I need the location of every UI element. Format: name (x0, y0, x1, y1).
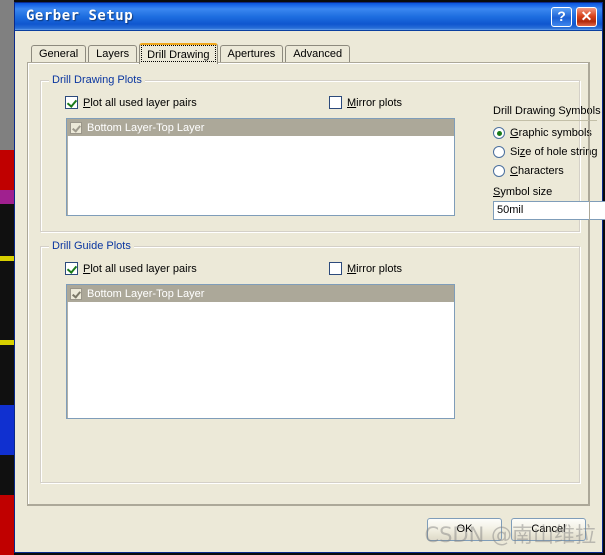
group-title-drill-guide-plots: Drill Guide Plots (49, 240, 134, 252)
radio-button-icon (493, 146, 505, 158)
radio-label: Characters (510, 165, 564, 177)
radio-label: Graphic symbols (510, 127, 592, 139)
checkbox-label: Mirror plots (347, 262, 403, 275)
radio-characters[interactable]: Characters (493, 165, 605, 177)
list-item-checkbox-icon[interactable] (70, 121, 82, 134)
window-title: Gerber Setup (26, 8, 134, 24)
bg-strip (0, 204, 14, 256)
group-drill-drawing-plots: Drill Drawing Plots Plot all used layer … (40, 74, 605, 232)
divider (493, 120, 597, 121)
checkbox-box-icon (65, 96, 78, 109)
listbox-drill-drawing-layer-pairs[interactable]: Bottom Layer-Top Layer (66, 118, 455, 216)
title-bar[interactable]: Gerber Setup ? ✕ (15, 3, 602, 31)
checkbox-plot-all-layer-pairs-drawing[interactable]: Plot all used layer pairs (65, 96, 197, 109)
symbol-size-label: Symbol size (493, 186, 553, 198)
bg-strip (0, 455, 14, 495)
bg-strip (0, 345, 14, 405)
tab-general[interactable]: General (31, 45, 87, 63)
checkbox-box-icon (65, 262, 78, 275)
checkbox-mirror-plots-guide[interactable]: Mirror plots (329, 262, 402, 275)
tab-advanced[interactable]: Advanced (285, 45, 351, 63)
checkbox-label: Mirror plots (347, 96, 403, 109)
tab-strip: General Layers Drill Drawing Apertures A… (31, 43, 352, 64)
ok-button[interactable]: OK (427, 518, 502, 541)
list-item[interactable]: Bottom Layer-Top Layer (67, 285, 454, 302)
listbox-drill-guide-layer-pairs[interactable]: Bottom Layer-Top Layer (66, 284, 455, 419)
dialog-client-area: General Layers Drill Drawing Apertures A… (15, 31, 605, 552)
bg-strip (0, 190, 14, 204)
checkbox-box-icon (329, 96, 342, 109)
list-item-checkbox-icon[interactable] (70, 287, 82, 300)
close-icon[interactable]: ✕ (576, 7, 597, 27)
radio-size-of-hole-string[interactable]: Size of hole string (493, 146, 605, 158)
bg-strip (0, 405, 14, 455)
tab-drill-drawing[interactable]: Drill Drawing (139, 43, 218, 64)
checkbox-mirror-plots-drawing[interactable]: Mirror plots (329, 96, 402, 109)
panel-drill-drawing-symbols: Drill Drawing Symbols Graphic symbols Si… (493, 105, 605, 220)
tab-layers[interactable]: Layers (88, 45, 138, 63)
list-item-label: Bottom Layer-Top Layer (87, 287, 205, 300)
help-icon[interactable]: ? (551, 7, 572, 27)
radio-label: Size of hole string (510, 146, 598, 158)
radio-button-icon (493, 165, 505, 177)
dialog-button-bar: OK Cancel (418, 518, 586, 541)
tab-apertures[interactable]: Apertures (219, 45, 284, 63)
bg-strip (0, 261, 14, 340)
tab-page-drill-drawing: Drill Drawing Plots Plot all used layer … (27, 62, 605, 506)
bg-strip (0, 495, 14, 555)
list-item-label: Bottom Layer-Top Layer (87, 121, 205, 134)
radio-graphic-symbols[interactable]: Graphic symbols (493, 127, 605, 139)
cancel-button[interactable]: Cancel (511, 518, 586, 541)
checkbox-box-icon (329, 262, 342, 275)
group-title-drill-drawing-plots: Drill Drawing Plots (49, 74, 145, 86)
list-item[interactable]: Bottom Layer-Top Layer (67, 119, 454, 136)
gerber-setup-dialog: Gerber Setup ? ✕ General Layers Drill Dr… (14, 2, 605, 553)
bg-strip (0, 150, 14, 190)
symbols-panel-title: Drill Drawing Symbols (493, 105, 601, 117)
bg-strip (0, 0, 14, 150)
checkbox-label: Plot all used layer pairs (83, 96, 197, 109)
group-drill-guide-plots: Drill Guide Plots Plot all used layer pa… (40, 240, 580, 483)
checkbox-label: Plot all used layer pairs (83, 262, 197, 275)
radio-button-icon (493, 127, 505, 139)
symbol-size-input[interactable]: 50mil (493, 201, 605, 220)
checkbox-plot-all-layer-pairs-guide[interactable]: Plot all used layer pairs (65, 262, 197, 275)
